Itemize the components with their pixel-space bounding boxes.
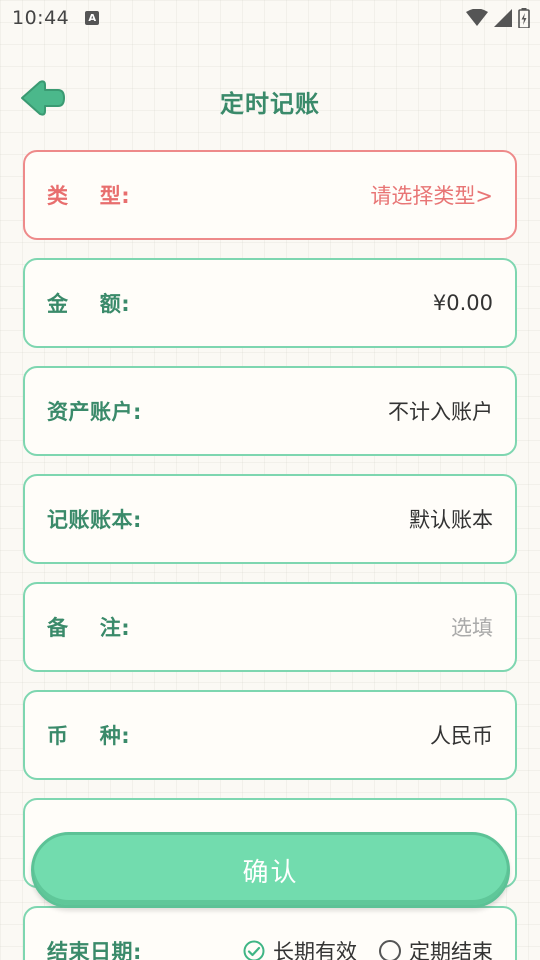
page-title: 定时记账 — [220, 90, 320, 118]
asset-account-field[interactable]: 资产账户: 不计入账户 — [23, 366, 517, 456]
battery-icon — [518, 8, 530, 28]
asset-account-value[interactable]: 不计入账户 — [388, 396, 493, 426]
radio-long-term[interactable]: 长期有效 — [243, 936, 357, 960]
notification-a-icon: A — [85, 11, 100, 25]
end-date-options: 长期有效 定期结束 — [243, 936, 493, 960]
amount-label: 金 额: — [47, 292, 131, 316]
end-date-label: 结束日期: — [47, 940, 142, 960]
amount-value[interactable]: ¥0.00 — [433, 291, 493, 315]
status-bar: 10:44 A — [0, 0, 540, 36]
type-field[interactable]: 类 型: 请选择类型> — [23, 150, 517, 240]
type-label: 类 型: — [47, 184, 131, 208]
end-date-field: 结束日期: 长期有效 定期结束 — [23, 906, 517, 960]
amount-field[interactable]: 金 额: ¥0.00 — [23, 258, 517, 348]
confirm-button[interactable]: 确认 — [31, 832, 510, 908]
note-input[interactable]: 选填 — [451, 612, 493, 642]
note-label: 备 注: — [47, 616, 131, 640]
status-icons — [466, 8, 530, 28]
note-field[interactable]: 备 注: 选填 — [23, 582, 517, 672]
currency-value[interactable]: 人民币 — [430, 720, 493, 750]
radio-long-term-label: 长期有效 — [273, 940, 357, 960]
header: 定时记账 — [0, 72, 540, 128]
radio-scheduled-end[interactable]: 定期结束 — [379, 936, 493, 960]
check-circle-icon — [243, 940, 265, 960]
type-value[interactable]: 请选择类型> — [370, 180, 493, 210]
wifi-icon — [466, 9, 488, 26]
currency-label: 币 种: — [47, 724, 131, 748]
status-time: 10:44 — [12, 7, 70, 29]
ledger-label: 记账账本: — [47, 508, 142, 532]
radio-empty-icon — [379, 940, 401, 960]
signal-icon — [494, 9, 512, 27]
currency-field[interactable]: 币 种: 人民币 — [23, 690, 517, 780]
ledger-value[interactable]: 默认账本 — [409, 504, 493, 534]
radio-scheduled-end-label: 定期结束 — [409, 940, 493, 960]
asset-account-label: 资产账户: — [47, 400, 142, 424]
ledger-field[interactable]: 记账账本: 默认账本 — [23, 474, 517, 564]
